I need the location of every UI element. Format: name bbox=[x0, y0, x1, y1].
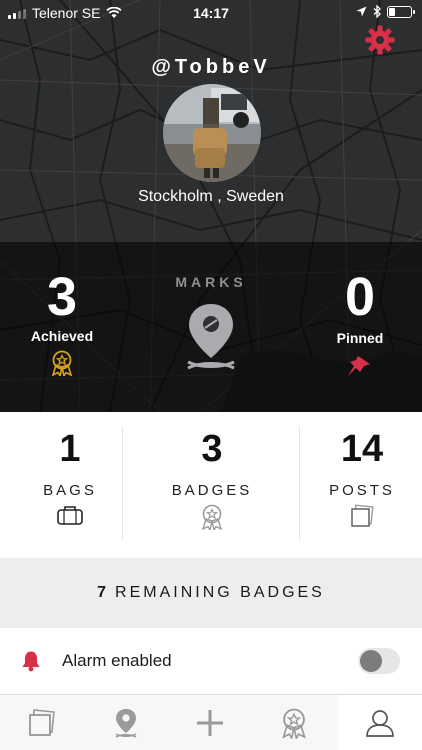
pinned-count: 0 bbox=[344, 267, 376, 327]
alarm-toggle[interactable] bbox=[358, 648, 400, 674]
achieved-count: 3 bbox=[46, 267, 78, 327]
stat-bags-label: BAGS bbox=[43, 482, 97, 499]
badge-tab-icon bbox=[282, 708, 306, 739]
location-arrow-icon bbox=[356, 6, 367, 17]
map-pin-tab-icon bbox=[115, 709, 137, 738]
stat-bags[interactable]: 1 BAGS bbox=[0, 412, 140, 558]
achieved-label: Achieved bbox=[30, 328, 94, 344]
posts-icon bbox=[351, 504, 374, 527]
bell-icon bbox=[22, 651, 40, 672]
status-bar: Telenor SE 14:17 bbox=[0, 0, 422, 26]
achieved-badge-icon[interactable] bbox=[50, 350, 74, 376]
profile-location: Stockholm , Sweden bbox=[138, 188, 284, 205]
alarm-toggle-knob bbox=[360, 650, 382, 672]
status-right bbox=[356, 5, 415, 18]
tab-profile[interactable] bbox=[338, 695, 422, 750]
profile-username: @TobbeV bbox=[151, 56, 271, 78]
bluetooth-icon bbox=[373, 5, 381, 18]
add-tab-icon bbox=[197, 710, 223, 736]
tab-bar bbox=[0, 694, 422, 750]
stat-posts-value: 14 bbox=[340, 428, 384, 470]
tab-add[interactable] bbox=[168, 695, 252, 750]
stat-badges-value: 3 bbox=[201, 428, 223, 470]
alarm-row: Alarm enabled bbox=[0, 628, 422, 694]
stat-divider bbox=[122, 426, 123, 540]
remaining-badges-button[interactable]: 7 REMAINING BADGES bbox=[0, 558, 422, 628]
marks-pin-icon[interactable] bbox=[184, 302, 238, 374]
badge-icon bbox=[201, 504, 223, 530]
bag-icon bbox=[57, 506, 83, 525]
profile-avatar[interactable] bbox=[163, 84, 261, 182]
settings-gear-icon[interactable] bbox=[364, 24, 396, 56]
posts-tab-icon bbox=[29, 709, 55, 736]
remaining-badges-count: 7 bbox=[97, 584, 110, 601]
profile-tab-icon bbox=[366, 710, 394, 737]
stat-badges[interactable]: 3 BADGES bbox=[142, 412, 282, 558]
battery-icon bbox=[387, 5, 415, 18]
alarm-label: Alarm enabled bbox=[62, 651, 172, 670]
stat-posts-label: POSTS bbox=[329, 482, 395, 499]
stat-posts[interactable]: 14 POSTS bbox=[292, 412, 422, 558]
tab-map[interactable] bbox=[84, 695, 168, 750]
profile-stats: 1 BAGS 3 BADGES 14 POSTS bbox=[0, 412, 422, 558]
avatar-photo bbox=[163, 84, 261, 182]
tab-badges[interactable] bbox=[252, 695, 336, 750]
stat-bags-value: 1 bbox=[59, 428, 81, 470]
tab-posts[interactable] bbox=[0, 695, 84, 750]
pinned-label: Pinned bbox=[336, 330, 384, 346]
stat-badges-label: BADGES bbox=[171, 482, 253, 499]
remaining-badges-label: REMAINING BADGES bbox=[115, 584, 325, 601]
pinned-pin-icon[interactable] bbox=[346, 354, 372, 378]
battery-level bbox=[389, 7, 395, 16]
